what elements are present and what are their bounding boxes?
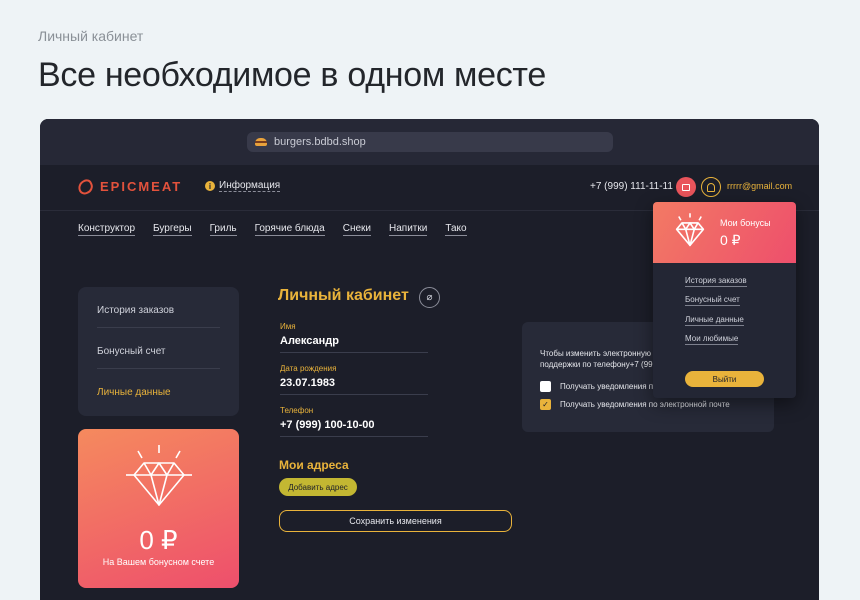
notify-option-row[interactable]: ✓ Получать уведомления по электронной по…: [540, 399, 730, 410]
account-dropdown: Мои бонусы 0 ₽ История заказов Бонусный …: [653, 202, 796, 398]
main-nav: Конструктор Бургеры Гриль Горячие блюда …: [78, 223, 485, 236]
page-headline: Все необходимое в одном месте: [38, 56, 546, 94]
nav-item-drinks[interactable]: Напитки: [389, 223, 428, 236]
divider: [97, 327, 220, 328]
cart-button[interactable]: [676, 177, 696, 197]
attach-button[interactable]: ⌀: [419, 287, 440, 308]
notifications-text-line: Чтобы изменить электронную п: [540, 349, 655, 358]
notify-checkbox[interactable]: ✓: [540, 399, 551, 410]
nav-item-grill[interactable]: Гриль: [209, 223, 237, 236]
notifications-text-line: поддержки по телефону+7 (999): [540, 360, 655, 369]
notify-checkbox[interactable]: [540, 381, 551, 392]
dropdown-amount: 0 ₽: [720, 232, 741, 248]
account-sidebar: История заказов Бонусный счет Личные дан…: [78, 287, 239, 416]
add-address-button[interactable]: Добавить адрес: [279, 478, 357, 496]
notify-option-label: Получать уведомления по: [560, 382, 658, 391]
phone-label: Телефон: [280, 406, 314, 415]
browser-window: burgers.bdbd.shop EPICMEAT i Информация …: [40, 119, 819, 600]
sidebar-item-order-history[interactable]: История заказов: [97, 305, 174, 316]
dropdown-item-order-history[interactable]: История заказов: [685, 276, 747, 287]
notifications-text: Чтобы изменить электронную п поддержки п…: [540, 348, 655, 370]
field-underline: [280, 394, 428, 395]
page-caption: Личный кабинет: [38, 28, 144, 44]
user-icon: [707, 182, 715, 192]
nav-item-hot-dishes[interactable]: Горячие блюда: [254, 223, 325, 236]
field-underline: [280, 352, 428, 353]
logo-text: EPICMEAT: [100, 179, 183, 194]
sidebar-item-bonus-account[interactable]: Бонусный счет: [97, 346, 166, 357]
nav-item-tacos[interactable]: Тако: [445, 223, 467, 236]
paperclip-icon: ⌀: [426, 292, 433, 303]
nav-item-snacks[interactable]: Снеки: [342, 223, 371, 236]
burger-icon: [255, 138, 267, 146]
nav-item-burgers[interactable]: Бургеры: [153, 223, 192, 236]
birthdate-label: Дата рождения: [280, 364, 337, 373]
bonus-caption: На Вашем бонусном счете: [102, 557, 215, 567]
divider: [97, 368, 220, 369]
dropdown-title: Мои бонусы: [720, 218, 771, 228]
dropdown-item-personal-data[interactable]: Личные данные: [685, 315, 744, 326]
info-link[interactable]: i Информация: [205, 180, 281, 192]
dropdown-item-favorites[interactable]: Мои любимые: [685, 334, 739, 345]
bonus-amount: 0 ₽: [139, 525, 178, 555]
name-field[interactable]: Александр: [280, 335, 339, 347]
address-bar[interactable]: burgers.bdbd.shop: [247, 132, 613, 152]
dropdown-header: Мои бонусы 0 ₽: [653, 202, 796, 263]
dropdown-item-bonus-account[interactable]: Бонусный счет: [685, 295, 740, 306]
logo[interactable]: EPICMEAT: [75, 176, 183, 197]
site-content: EPICMEAT i Информация +7 (999) 111-11-11…: [40, 165, 819, 600]
name-label: Имя: [280, 322, 296, 331]
header-email[interactable]: rrrrr@gmail.com: [727, 181, 792, 191]
diamond-icon: [126, 445, 192, 506]
phone-field[interactable]: +7 (999) 100-10-00: [280, 419, 374, 431]
sidebar-item-personal-data[interactable]: Личные данные: [97, 387, 171, 398]
bonus-card: 0 ₽ На Вашем бонусном счете: [78, 429, 239, 588]
notify-option-label: Получать уведомления по электронной почт…: [560, 400, 730, 409]
bag-icon: [682, 183, 690, 191]
info-label: Информация: [219, 180, 281, 192]
browser-chrome: burgers.bdbd.shop: [40, 119, 819, 165]
notify-option-row[interactable]: Получать уведомления по: [540, 381, 658, 392]
logo-mark-icon: [75, 176, 96, 197]
logout-button[interactable]: Выйти: [685, 371, 764, 387]
page-title: Личный кабинет: [278, 287, 409, 304]
birthdate-field[interactable]: 23.07.1983: [280, 377, 335, 389]
info-icon: i: [205, 181, 215, 191]
header-phone[interactable]: +7 (999) 111-11-11: [590, 181, 673, 192]
nav-item-constructor[interactable]: Конструктор: [78, 223, 136, 236]
url-text: burgers.bdbd.shop: [274, 136, 366, 148]
addresses-title: Мои адреса: [279, 458, 349, 472]
field-underline: [280, 436, 428, 437]
diamond-icon: [675, 213, 705, 247]
save-button[interactable]: Сохранить изменения: [279, 510, 512, 532]
user-button[interactable]: [701, 177, 721, 197]
